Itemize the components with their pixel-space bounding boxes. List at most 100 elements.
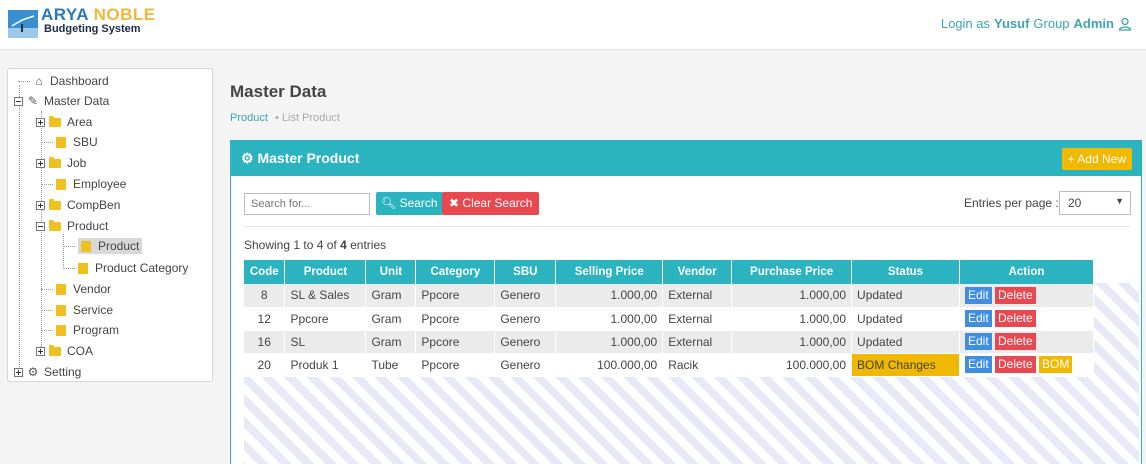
breadcrumb-product[interactable]: Product — [230, 112, 268, 124]
folder-icon — [49, 198, 61, 210]
search-button[interactable]: 🔍︎ Search — [376, 192, 443, 215]
cell-unit: Tube — [365, 353, 417, 377]
cell-sbu: Genero — [494, 353, 557, 377]
folder-icon — [49, 156, 61, 168]
column-header[interactable]: Vendor — [662, 260, 733, 284]
expand-icon[interactable] — [36, 200, 45, 210]
table-row: 16 SL Gram Ppcore Genero 1.000,00 Extern… — [244, 330, 1095, 354]
cell-action: Edit Delete BOM — [959, 353, 1095, 377]
file-icon — [56, 136, 66, 148]
cell-selling-price: 1.000,00 — [555, 307, 664, 331]
cell-selling-price: 100.000,00 — [555, 353, 664, 377]
panel-title: ⚙ Master Product — [241, 150, 360, 166]
tree-item-vendor[interactable]: Vendor — [41, 280, 111, 298]
app-logo[interactable]: ARYA NOBLE Budgeting System — [8, 4, 208, 44]
cell-unit: Gram — [365, 284, 417, 308]
collapse-icon[interactable] — [36, 221, 45, 231]
cell-unit: Gram — [365, 330, 417, 354]
tree-item-product-category[interactable]: Product Category — [63, 259, 188, 277]
tree-item-setting[interactable]: ⚙ Setting — [14, 363, 81, 381]
entries-per-page-select[interactable]: 20 ▼ — [1059, 191, 1131, 215]
delete-button[interactable]: Delete — [995, 356, 1036, 373]
tree-item-product-leaf[interactable]: Product — [63, 237, 143, 255]
cell-vendor: External — [662, 330, 733, 354]
edit-icon: ✎ — [27, 94, 39, 108]
column-header[interactable]: Purchase Price — [731, 260, 853, 284]
column-header[interactable]: Unit — [365, 260, 417, 284]
file-icon — [78, 262, 88, 274]
close-icon: ✖ — [449, 196, 460, 210]
table-row: 20 Produk 1 Tube Ppcore Genero 100.000,0… — [244, 353, 1095, 377]
tree-item-coa[interactable]: COA — [36, 342, 93, 360]
tree-item-master-data[interactable]: ✎ Master Data — [14, 92, 109, 110]
tree-item-employee[interactable]: Employee — [41, 175, 126, 193]
cell-selling-price: 1.000,00 — [555, 284, 664, 308]
edit-button[interactable]: Edit — [964, 310, 992, 327]
entries-per-page-label: Entries per page : — [964, 196, 1059, 210]
cell-selling-price: 1.000,00 — [555, 330, 664, 354]
gear-icon: ⚙ — [241, 150, 254, 166]
cell-product: SL & Sales — [284, 284, 367, 308]
search-input[interactable] — [244, 193, 370, 215]
tree-item-dashboard[interactable]: ⌂ Dashboard — [18, 72, 109, 90]
tree-item-job[interactable]: Job — [36, 154, 86, 172]
cell-vendor: Racik — [662, 353, 733, 377]
plus-icon: + — [1067, 152, 1075, 166]
file-icon — [56, 178, 66, 190]
expand-icon[interactable] — [14, 367, 23, 377]
tree-item-area[interactable]: Area — [36, 113, 92, 131]
column-header[interactable]: Category — [415, 260, 496, 284]
add-new-button[interactable]: + Add New — [1061, 148, 1132, 170]
cell-status: Updated — [851, 307, 960, 331]
cell-product: Produk 1 — [284, 353, 367, 377]
tree-item-service[interactable]: Service — [41, 301, 113, 319]
column-header[interactable]: Product — [284, 260, 367, 284]
tree-item-program[interactable]: Program — [41, 321, 119, 339]
cell-vendor: External — [662, 284, 733, 308]
divider — [244, 226, 1130, 227]
table-row: 8 SL & Sales Gram Ppcore Genero 1.000,00… — [244, 284, 1095, 308]
user-icon — [1118, 17, 1132, 31]
login-user-menu[interactable]: Login as Yusuf Group Admin — [941, 16, 1132, 31]
entries-summary: Showing 1 to 4 of 4 entries — [244, 238, 387, 252]
folder-open-icon — [49, 219, 61, 231]
delete-button[interactable]: Delete — [995, 333, 1036, 350]
panel-header: ⚙ Master Product + Add New — [231, 141, 1141, 176]
cell-purchase-price: 1.000,00 — [731, 284, 853, 308]
file-icon — [56, 324, 66, 336]
cell-action: Edit Delete — [959, 330, 1095, 354]
cell-status: BOM Changes — [851, 353, 960, 377]
delete-button[interactable]: Delete — [995, 310, 1036, 327]
tree-item-product[interactable]: Product — [36, 217, 108, 235]
cell-status: Updated — [851, 284, 960, 308]
expand-icon[interactable] — [36, 117, 45, 127]
expand-icon[interactable] — [36, 158, 45, 168]
cell-category: Ppcore — [415, 330, 496, 354]
tree-item-sbu[interactable]: SBU — [41, 133, 98, 151]
edit-button[interactable]: Edit — [964, 356, 992, 373]
cell-category: Ppcore — [415, 307, 496, 331]
breadcrumb-list-product: List Product — [281, 112, 340, 124]
column-header[interactable]: Status — [851, 260, 960, 284]
column-header[interactable]: Selling Price — [555, 260, 664, 284]
edit-button[interactable]: Edit — [964, 286, 992, 304]
column-header[interactable]: SBU — [494, 260, 557, 284]
logo-subtitle: Budgeting System — [44, 23, 141, 35]
tree-item-compben[interactable]: CompBen — [36, 196, 120, 214]
table-row: 12 Ppcore Gram Ppcore Genero 1.000,00 Ex… — [244, 307, 1095, 331]
clear-search-button[interactable]: ✖ Clear Search — [442, 192, 540, 215]
search-icon: 🔍︎ — [381, 196, 397, 210]
cell-code: 12 — [244, 307, 286, 331]
breadcrumb: Product • List Product — [230, 112, 340, 124]
cell-sbu: Genero — [494, 330, 557, 354]
column-header[interactable]: Code — [244, 260, 286, 284]
breadcrumb-separator: • — [274, 112, 279, 124]
collapse-icon[interactable] — [14, 96, 23, 106]
delete-button[interactable]: Delete — [995, 286, 1036, 304]
table-header-row: Code Product Unit Category SBU Selling P… — [244, 260, 1095, 284]
cell-category: Ppcore — [415, 353, 496, 377]
tree-guide-line — [19, 85, 20, 375]
expand-icon[interactable] — [36, 346, 45, 356]
edit-button[interactable]: Edit — [964, 333, 992, 350]
bom-button[interactable]: BOM — [1039, 356, 1073, 373]
